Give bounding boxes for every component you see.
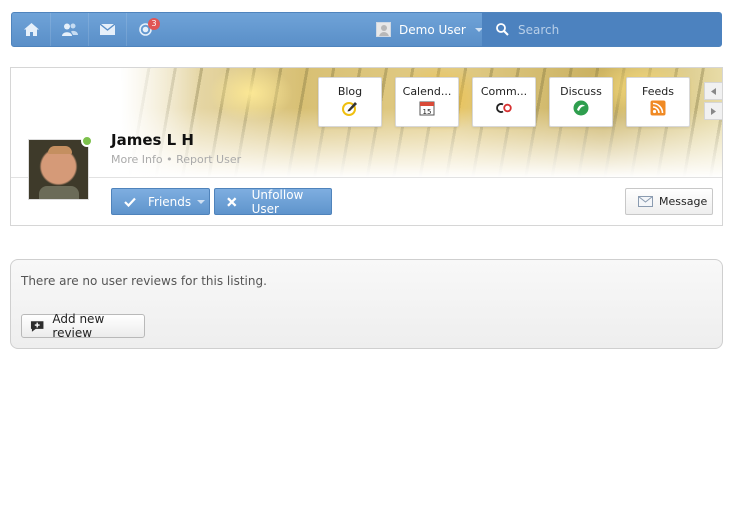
notification-count-badge: 3	[148, 18, 160, 30]
tile-label: Discuss	[560, 85, 602, 98]
search-box	[482, 13, 722, 46]
divider	[11, 177, 722, 178]
tile-label: Feeds	[642, 85, 674, 98]
avatar-shirt	[39, 186, 79, 199]
scroll-right-button[interactable]	[704, 102, 722, 120]
close-icon	[227, 196, 237, 207]
unfollow-button-label: Unfollow User	[251, 187, 304, 216]
link-separator: •	[166, 153, 173, 166]
profile-links: More Info • Report User	[111, 153, 241, 166]
add-review-label: Add new review	[52, 312, 105, 340]
rss-feed-icon	[650, 100, 666, 116]
tile-feeds[interactable]: Feeds	[626, 77, 690, 127]
profile-avatar[interactable]	[28, 139, 89, 200]
profile-name: James L H	[111, 131, 194, 149]
friends-button[interactable]: Friends	[111, 188, 210, 215]
blog-pencil-icon	[342, 102, 357, 116]
profile-card: James L H More Info • Report User Blog C…	[10, 67, 723, 226]
message-button[interactable]: Message	[625, 188, 713, 215]
scroll-left-button[interactable]	[704, 82, 722, 100]
unfollow-user-button[interactable]: Unfollow User	[214, 187, 332, 216]
user-name: Demo User	[399, 22, 466, 37]
add-new-review-button[interactable]: Add new review	[21, 312, 145, 340]
tile-label: Calend...	[402, 85, 452, 98]
message-button-label: Message	[659, 195, 708, 208]
community-icon	[496, 103, 512, 113]
tile-label: Comm...	[480, 85, 528, 98]
triangle-left-icon	[711, 87, 716, 95]
tile-scroll-controls	[704, 82, 722, 122]
search-icon	[496, 23, 509, 36]
chevron-down-icon	[197, 199, 206, 204]
search-input[interactable]	[518, 22, 708, 37]
calendar-icon: 15	[419, 101, 435, 116]
add-comment-icon	[30, 320, 44, 332]
tile-label: Blog	[337, 85, 363, 98]
app-tiles: Blog Calend... 15 Comm... Discuss Feeds	[318, 77, 703, 127]
top-navigation-bar: 3 Demo User	[11, 12, 722, 47]
tile-blog[interactable]: Blog	[318, 77, 382, 127]
calendar-day: 15	[423, 108, 432, 116]
more-info-link[interactable]: More Info	[111, 153, 163, 166]
notifications-icon[interactable]: 3	[126, 13, 164, 46]
mail-icon[interactable]	[88, 13, 126, 46]
discuss-icon	[573, 100, 589, 116]
friends-icon[interactable]	[50, 13, 88, 46]
tile-discuss[interactable]: Discuss	[549, 77, 613, 127]
reviews-panel: There are no user reviews for this listi…	[10, 259, 723, 349]
user-avatar	[376, 22, 391, 37]
friends-button-label: Friends	[148, 194, 192, 209]
checkmark-icon	[124, 197, 136, 207]
avatar-hair	[48, 146, 72, 154]
triangle-right-icon	[711, 107, 716, 115]
no-reviews-message: There are no user reviews for this listi…	[21, 274, 267, 288]
user-menu[interactable]: Demo User	[376, 13, 483, 46]
report-user-link[interactable]: Report User	[176, 153, 241, 166]
tile-community[interactable]: Comm...	[472, 77, 536, 127]
envelope-icon	[638, 196, 653, 207]
online-status-indicator	[81, 135, 93, 147]
tile-calendar[interactable]: Calend... 15	[395, 77, 459, 127]
home-icon[interactable]	[12, 13, 50, 46]
